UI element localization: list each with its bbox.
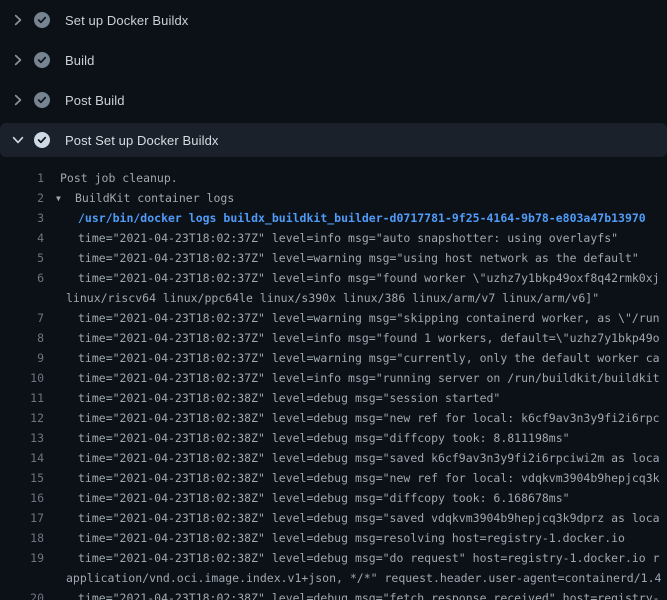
log-line: 4 time="2021-04-23T18:02:37Z" level=info … (0, 228, 667, 248)
log-line-text: time="2021-04-23T18:02:38Z" level=debug … (78, 528, 625, 548)
log-line-number[interactable]: 10 (0, 368, 44, 388)
log-line-text: time="2021-04-23T18:02:38Z" level=debug … (78, 448, 660, 468)
log-line: 13 time="2021-04-23T18:02:38Z" level=debu… (0, 428, 667, 448)
log-line-number[interactable]: 7 (0, 308, 44, 328)
log-line-text: Post job cleanup. (60, 168, 178, 188)
log-line-text: time="2021-04-23T18:02:37Z" level=info m… (78, 368, 660, 388)
log-line: 17 time="2021-04-23T18:02:38Z" level=debu… (0, 508, 667, 528)
step-title: Post Build (65, 93, 125, 108)
log-line-text: time="2021-04-23T18:02:37Z" level=info m… (78, 328, 660, 348)
log-line: 8 time="2021-04-23T18:02:37Z" level=info … (0, 328, 667, 348)
triangle-down-icon: ▼ (56, 189, 64, 208)
log-line-number[interactable]: 9 (0, 348, 44, 368)
log-line-text: time="2021-04-23T18:02:37Z" level=warnin… (78, 348, 660, 368)
log-line: 15 time="2021-04-23T18:02:38Z" level=debu… (0, 468, 667, 488)
log-line-text: time="2021-04-23T18:02:38Z" level=debug … (78, 468, 660, 488)
log-line: 7 time="2021-04-23T18:02:37Z" level=warni… (0, 308, 667, 328)
log-line-text: time="2021-04-23T18:02:37Z" level=info m… (78, 268, 660, 288)
log-line-text: time="2021-04-23T18:02:38Z" level=debug … (78, 428, 570, 448)
log-line-number[interactable]: 14 (0, 448, 44, 468)
log-command-text: /usr/bin/docker logs buildx_buildkit_bui… (78, 208, 646, 228)
log-line-number[interactable]: 4 (0, 228, 44, 248)
check-circle-icon (34, 12, 50, 28)
log-line-number (0, 288, 44, 308)
log-line-number[interactable]: 3 (0, 208, 44, 228)
log-line: linux/riscv64 linux/ppc64le linux/s390x … (0, 288, 667, 308)
chevron-down-icon (10, 132, 26, 148)
log-line-text: time="2021-04-23T18:02:38Z" level=debug … (78, 388, 500, 408)
log-line-text: application/vnd.oci.image.index.v1+json,… (66, 568, 661, 588)
chevron-right-icon (10, 92, 26, 108)
log-line: 14 time="2021-04-23T18:02:38Z" level=debu… (0, 448, 667, 468)
log-line-number[interactable]: 12 (0, 408, 44, 428)
chevron-right-icon (10, 52, 26, 68)
log-line: application/vnd.oci.image.index.v1+json,… (0, 568, 667, 588)
log-line-text: time="2021-04-23T18:02:37Z" level=warnin… (78, 248, 639, 268)
log-line-text: linux/riscv64 linux/ppc64le linux/s390x … (66, 288, 599, 308)
log-line: 5 time="2021-04-23T18:02:37Z" level=warni… (0, 248, 667, 268)
log-line-text: time="2021-04-23T18:02:38Z" level=debug … (78, 508, 660, 528)
step-header-build[interactable]: Build (0, 40, 667, 80)
step-title: Build (65, 53, 94, 68)
log-line-number[interactable]: 5 (0, 248, 44, 268)
step-header-post-set-up-docker-buildx[interactable]: Post Set up Docker Buildx (0, 123, 667, 157)
log-line: 18 time="2021-04-23T18:02:38Z" level=debu… (0, 528, 667, 548)
actions-log-viewer: Set up Docker Buildx Build Post Build Post … (0, 0, 667, 600)
log-line-number[interactable]: 15 (0, 468, 44, 488)
log-group-label: BuildKit container logs (75, 191, 234, 205)
log-line: 20 time="2021-04-23T18:02:38Z" level=debu… (0, 588, 667, 600)
check-circle-icon (34, 92, 50, 108)
log-line: 10 time="2021-04-23T18:02:37Z" level=info… (0, 368, 667, 388)
log-line-number[interactable]: 8 (0, 328, 44, 348)
log-line: 16 time="2021-04-23T18:02:38Z" level=debu… (0, 488, 667, 508)
log-line-text: time="2021-04-23T18:02:38Z" level=debug … (78, 488, 570, 508)
log-output: 1 Post job cleanup. 2 ▼ BuildKit container l… (0, 160, 667, 600)
log-line-number[interactable]: 19 (0, 548, 44, 568)
step-title: Post Set up Docker Buildx (65, 133, 219, 148)
log-line: 1 Post job cleanup. (0, 168, 667, 188)
log-line: 12 time="2021-04-23T18:02:38Z" level=debu… (0, 408, 667, 428)
log-line: 19 time="2021-04-23T18:02:38Z" level=debu… (0, 548, 667, 568)
log-line-number[interactable]: 2 (0, 188, 44, 208)
log-line-number[interactable]: 13 (0, 428, 44, 448)
log-line: 2 ▼ BuildKit container logs (0, 188, 667, 208)
step-header-set-up-docker-buildx[interactable]: Set up Docker Buildx (0, 0, 667, 40)
step-header-post-build[interactable]: Post Build (0, 80, 667, 120)
log-group-toggle[interactable]: ▼ BuildKit container logs (56, 188, 234, 208)
check-circle-icon (34, 52, 50, 68)
log-line-text: time="2021-04-23T18:02:37Z" level=info m… (78, 228, 618, 248)
chevron-right-icon (10, 12, 26, 28)
log-line-number[interactable]: 17 (0, 508, 44, 528)
step-title: Set up Docker Buildx (65, 13, 188, 28)
check-circle-icon (34, 132, 50, 148)
log-line-number[interactable]: 20 (0, 588, 44, 600)
log-line-text: time="2021-04-23T18:02:38Z" level=debug … (78, 548, 660, 568)
log-line-text: time="2021-04-23T18:02:38Z" level=debug … (78, 408, 660, 428)
log-line: 11 time="2021-04-23T18:02:38Z" level=debu… (0, 388, 667, 408)
log-line-number[interactable]: 16 (0, 488, 44, 508)
log-line-number[interactable]: 18 (0, 528, 44, 548)
log-line-text: time="2021-04-23T18:02:37Z" level=warnin… (78, 308, 660, 328)
log-line: 9 time="2021-04-23T18:02:37Z" level=warni… (0, 348, 667, 368)
step-list: Set up Docker Buildx Build Post Build Post … (0, 0, 667, 157)
log-line-number (0, 568, 44, 588)
log-line: 3/usr/bin/docker logs buildx_buildkit_bu… (0, 208, 667, 228)
log-line-text: time="2021-04-23T18:02:38Z" level=debug … (78, 588, 660, 600)
log-line-number[interactable]: 11 (0, 388, 44, 408)
log-line-number[interactable]: 6 (0, 268, 44, 288)
log-line-number[interactable]: 1 (0, 168, 44, 188)
log-line: 6 time="2021-04-23T18:02:37Z" level=info … (0, 268, 667, 288)
